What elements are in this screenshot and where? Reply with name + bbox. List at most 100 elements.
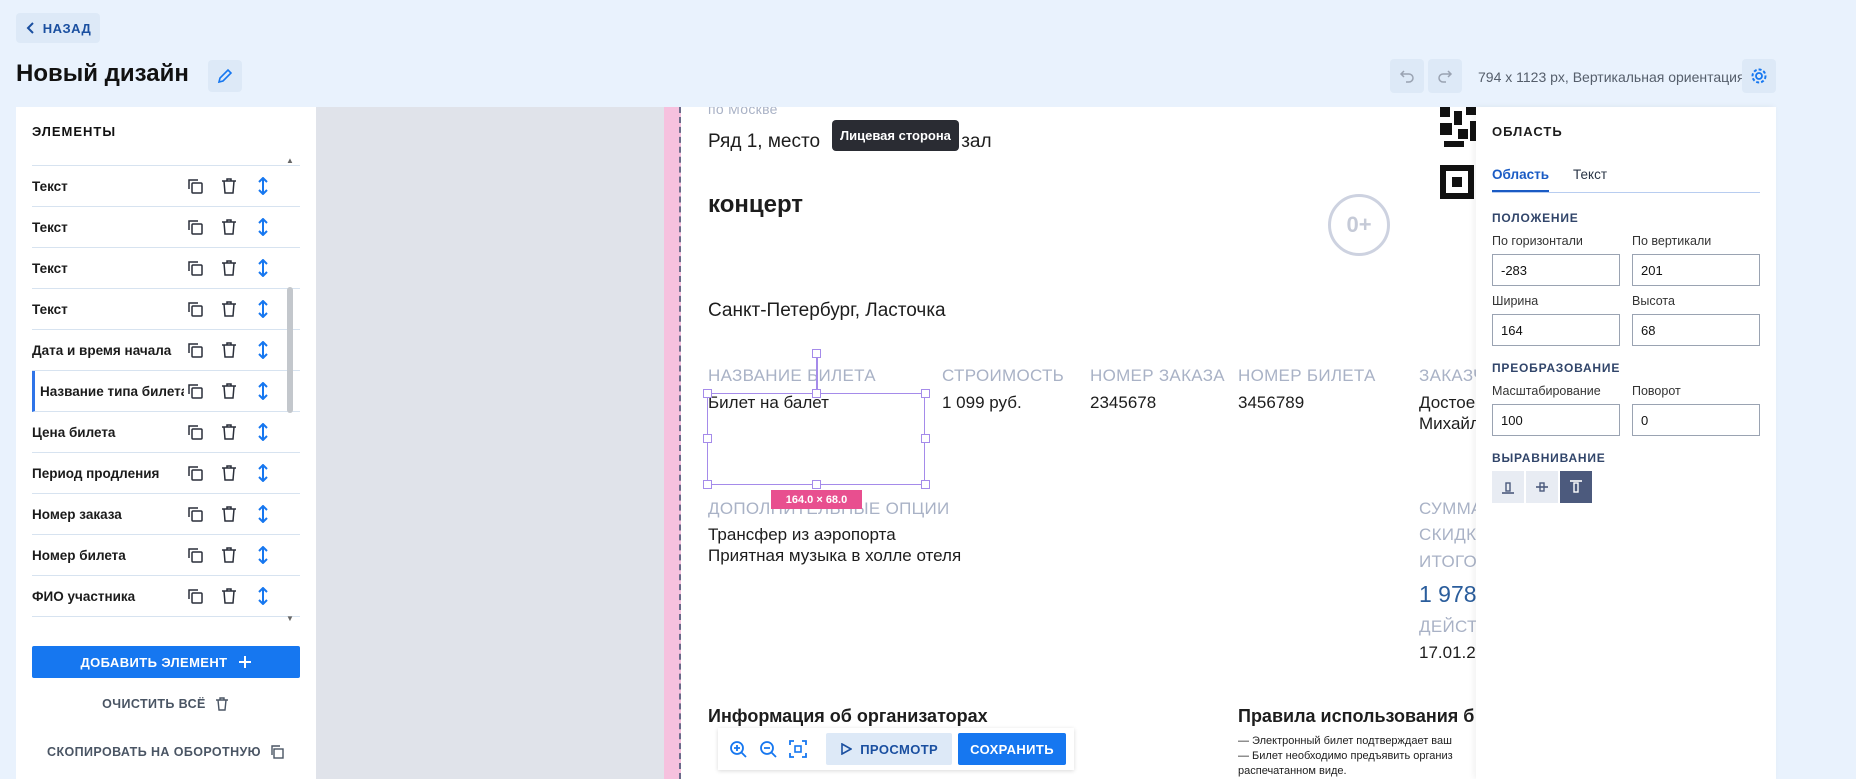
list-item[interactable]: Текст <box>32 248 300 289</box>
align-top-button[interactable] <box>1560 471 1592 503</box>
duplicate-button[interactable] <box>184 257 206 279</box>
list-item[interactable]: Период продления <box>32 453 300 494</box>
delete-button[interactable] <box>218 339 240 361</box>
list-item[interactable]: Текст <box>32 207 300 248</box>
plus-icon <box>238 656 251 668</box>
delete-button[interactable] <box>218 216 240 238</box>
delete-button[interactable] <box>218 544 240 566</box>
tab-text[interactable]: Текст <box>1573 167 1607 192</box>
resize-handle-ne[interactable] <box>921 389 930 398</box>
list-item-label: Текст <box>32 219 68 235</box>
back-button[interactable]: НАЗАД <box>16 13 100 43</box>
rotate-handle[interactable] <box>812 349 821 358</box>
elements-list[interactable]: Текст Текст Текст Текст Дата и время начала Н… <box>32 165 300 627</box>
align-middle-button[interactable] <box>1526 471 1558 503</box>
reorder-handle[interactable] <box>252 503 274 525</box>
delete-button[interactable] <box>218 585 240 607</box>
scroll-down-arrow-icon[interactable]: ▼ <box>286 615 294 623</box>
add-element-button[interactable]: ДОБАВИТЬ ЭЛЕМЕНТ <box>32 646 300 678</box>
reorder-handle[interactable] <box>252 585 274 607</box>
settings-button[interactable] <box>1742 59 1776 93</box>
duplicate-button[interactable] <box>184 421 206 443</box>
copy-to-back-label: СКОПИРОВАТЬ НА ОБОРОТНУЮ <box>47 745 261 759</box>
move-vertical-icon <box>258 587 268 605</box>
undo-button[interactable] <box>1390 59 1424 93</box>
list-item[interactable]: Текст <box>32 289 300 330</box>
resize-handle-nw[interactable] <box>703 389 712 398</box>
canvas-toolbar: ПРОСМОТР СОХРАНИТЬ <box>718 728 1074 770</box>
tab-area[interactable]: Область <box>1492 167 1550 192</box>
list-item[interactable]: Цена билета <box>32 412 300 453</box>
duplicate-button[interactable] <box>184 503 206 525</box>
list-item-label: Дата и время начала <box>32 342 172 358</box>
list-item[interactable]: Номер заказа <box>32 494 300 535</box>
copy-icon <box>188 589 203 604</box>
col-order: НОМЕР ЗАКАЗА <box>1090 366 1225 385</box>
copy-icon <box>188 466 203 481</box>
resize-handle-s[interactable] <box>812 480 821 489</box>
list-item[interactable]: ФИО участника <box>32 576 300 617</box>
scroll-thumb[interactable] <box>287 287 293 413</box>
delete-button[interactable] <box>218 380 240 402</box>
rename-button[interactable] <box>208 60 242 92</box>
fit-screen-button[interactable] <box>786 735 810 763</box>
duplicate-button[interactable] <box>184 298 206 320</box>
move-vertical-icon <box>258 505 268 523</box>
delete-button[interactable] <box>218 421 240 443</box>
clear-all-label: ОЧИСТИТЬ ВСЁ <box>102 697 206 711</box>
reorder-handle[interactable] <box>252 380 274 402</box>
height-input[interactable]: 68 <box>1632 314 1760 346</box>
reorder-handle[interactable] <box>252 421 274 443</box>
list-item[interactable]: Дата и время начала <box>32 330 300 371</box>
redo-button[interactable] <box>1428 59 1462 93</box>
align-bottom-button[interactable] <box>1492 471 1524 503</box>
reorder-handle[interactable] <box>252 298 274 320</box>
duplicate-button[interactable] <box>184 216 206 238</box>
rotate-input[interactable]: 0 <box>1632 404 1760 436</box>
reorder-handle[interactable] <box>252 175 274 197</box>
rule-3: распечатанном виде. <box>1238 765 1347 777</box>
duplicate-button[interactable] <box>184 544 206 566</box>
duplicate-button[interactable] <box>184 175 206 197</box>
col-ticket-number: НОМЕР БИЛЕТА <box>1238 366 1376 385</box>
delete-button[interactable] <box>218 175 240 197</box>
scroll-up-arrow-icon[interactable]: ▲ <box>286 157 294 165</box>
delete-button[interactable] <box>218 503 240 525</box>
preview-button[interactable]: ПРОСМОТР <box>826 733 953 765</box>
age-rating-badge: 0+ <box>1328 194 1390 256</box>
reorder-handle[interactable] <box>252 257 274 279</box>
list-item[interactable]: Название типа билета <box>32 371 300 412</box>
scale-input[interactable]: 100 <box>1492 404 1620 436</box>
reorder-handle[interactable] <box>252 544 274 566</box>
trash-icon <box>215 697 228 711</box>
delete-button[interactable] <box>218 257 240 279</box>
elements-scrollbar[interactable]: ▲ ▼ <box>286 157 294 627</box>
duplicate-button[interactable] <box>184 339 206 361</box>
duplicate-button[interactable] <box>184 462 206 484</box>
delete-button[interactable] <box>218 462 240 484</box>
zoom-out-button[interactable] <box>756 735 780 763</box>
list-item[interactable]: Номер билета <box>32 535 300 576</box>
reorder-handle[interactable] <box>252 339 274 361</box>
resize-handle-e[interactable] <box>921 434 930 443</box>
selection-box[interactable] <box>707 393 925 485</box>
resize-handle-se[interactable] <box>921 480 930 489</box>
reorder-handle[interactable] <box>252 462 274 484</box>
resize-handle-w[interactable] <box>703 434 712 443</box>
delete-button[interactable] <box>218 298 240 320</box>
save-button[interactable]: СОХРАНИТЬ <box>958 733 1067 765</box>
resize-handle-sw[interactable] <box>703 480 712 489</box>
list-item[interactable]: Текст <box>32 166 300 207</box>
resize-handle-n[interactable] <box>812 389 821 398</box>
zoom-in-button[interactable] <box>726 735 750 763</box>
trash-icon <box>222 424 236 440</box>
width-input[interactable]: 164 <box>1492 314 1620 346</box>
horizontal-input[interactable]: -283 <box>1492 254 1620 286</box>
clear-all-button[interactable]: ОЧИСТИТЬ ВСЁ <box>16 692 316 716</box>
copy-to-back-button[interactable]: СКОПИРОВАТЬ НА ОБОРОТНУЮ <box>16 740 316 764</box>
duplicate-button[interactable] <box>184 380 206 402</box>
reorder-handle[interactable] <box>252 216 274 238</box>
vertical-input[interactable]: 201 <box>1632 254 1760 286</box>
duplicate-button[interactable] <box>184 585 206 607</box>
list-item-actions <box>184 339 274 361</box>
